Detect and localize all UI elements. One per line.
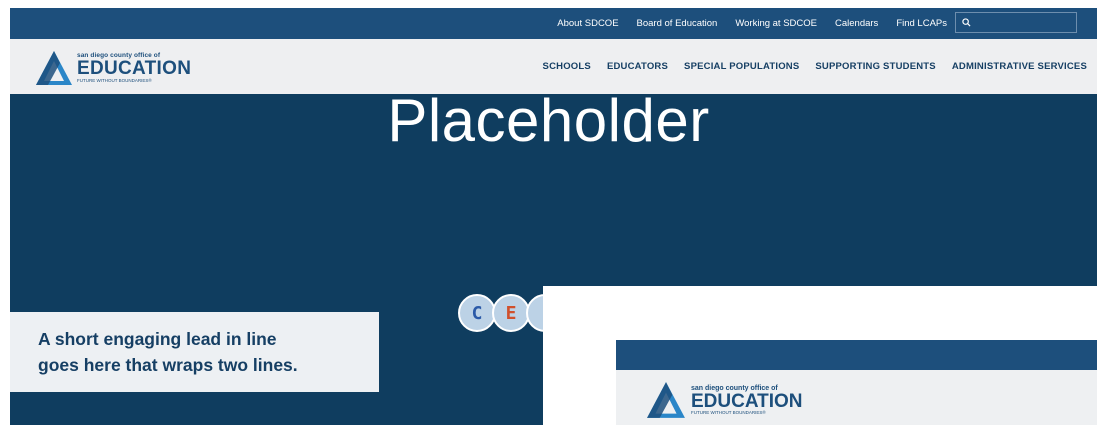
thumbnail-logo: san diego county office of EDUCATION FUT… bbox=[644, 380, 803, 420]
lead-in-box: A short engaging lead in line goes here … bbox=[10, 312, 379, 392]
search-box[interactable] bbox=[955, 12, 1077, 33]
logo-tagline: FUTURE WITHOUT BOUNDARIES® bbox=[77, 78, 152, 83]
sdcoe-logo[interactable]: san diego county office of EDUCATION FUT… bbox=[34, 48, 194, 88]
nav-schools[interactable]: SCHOOLS bbox=[543, 61, 591, 72]
lead-line-2: goes here that wraps two lines. bbox=[38, 355, 298, 375]
triangle-logo-icon bbox=[647, 382, 685, 418]
badge-c: C bbox=[458, 294, 496, 332]
link-working-at-sdcoe[interactable]: Working at SDCOE bbox=[735, 18, 817, 29]
thumbnail-top-bar bbox=[616, 340, 1097, 370]
page-thumbnail: san diego county office of EDUCATION FUT… bbox=[543, 286, 1097, 425]
badge-e: E bbox=[492, 294, 530, 332]
logo-text: san diego county office of EDUCATION FUT… bbox=[77, 52, 192, 84]
search-icon bbox=[962, 18, 971, 27]
utility-links: About SDCOE Board of Education Working a… bbox=[557, 8, 947, 39]
lead-line-1: A short engaging lead in line bbox=[38, 329, 277, 349]
nav-administrative-services[interactable]: ADMINISTRATIVE SERVICES bbox=[952, 61, 1087, 72]
nav-special-populations[interactable]: SPECIAL POPULATIONS bbox=[684, 61, 799, 72]
link-find-lcaps[interactable]: Find LCAPs bbox=[896, 18, 947, 29]
nav-educators[interactable]: EDUCATORS bbox=[607, 61, 668, 72]
link-calendars[interactable]: Calendars bbox=[835, 18, 878, 29]
search-input[interactable] bbox=[971, 16, 1075, 29]
utility-bar: About SDCOE Board of Education Working a… bbox=[10, 8, 1097, 39]
triangle-logo-icon bbox=[36, 51, 72, 85]
thumbnail-logo-text: san diego county office of EDUCATION FUT… bbox=[691, 385, 803, 416]
hero-title: Placeholder bbox=[387, 87, 710, 154]
link-board-of-education[interactable]: Board of Education bbox=[637, 18, 718, 29]
thumbnail-nav: san diego county office of EDUCATION FUT… bbox=[616, 370, 1097, 425]
nav-supporting-students[interactable]: SUPPORTING STUDENTS bbox=[815, 61, 935, 72]
logo-big-text: EDUCATION bbox=[77, 58, 192, 79]
thumbnail-logo-big: EDUCATION bbox=[691, 390, 803, 412]
link-about-sdcoe[interactable]: About SDCOE bbox=[557, 18, 618, 29]
